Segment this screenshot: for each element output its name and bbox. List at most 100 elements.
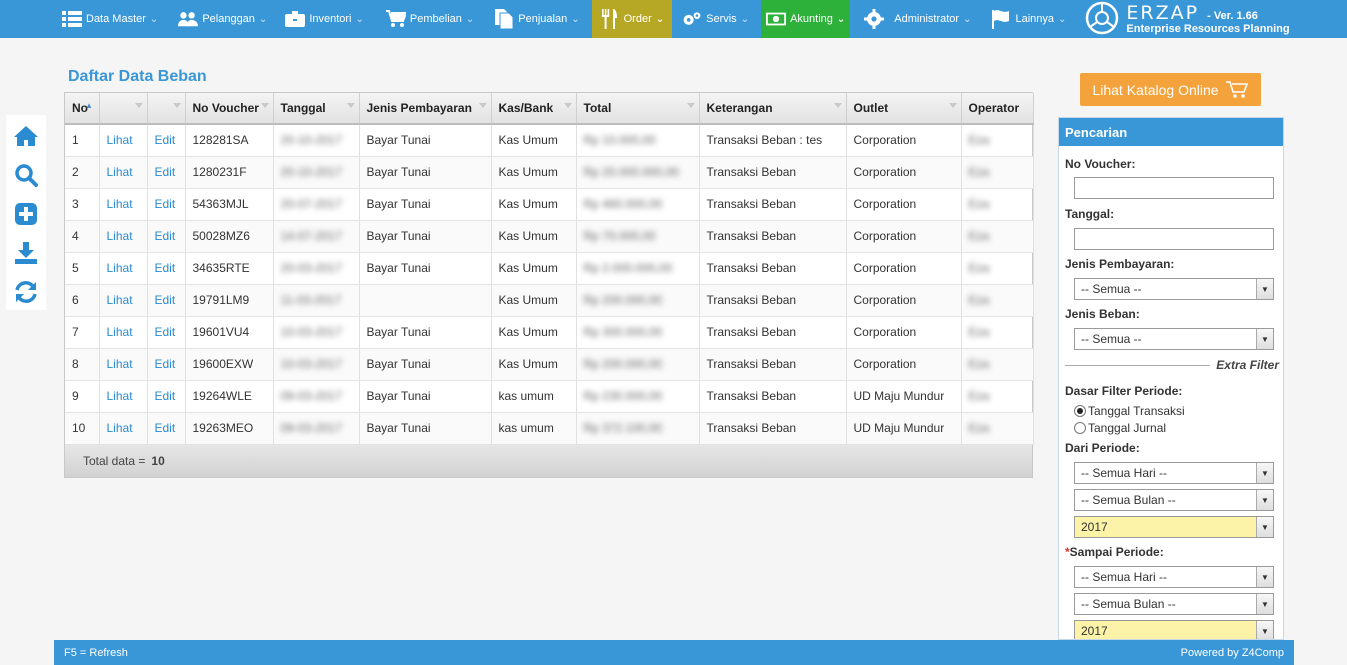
cell-no: 6 [72, 293, 79, 307]
col-header-kas-bank[interactable]: Kas/Bank [491, 93, 577, 125]
table-cell: 19791LM9 [185, 284, 274, 317]
nav-order[interactable]: Order ⌄ [591, 0, 673, 38]
lihat-link[interactable]: Lihat [107, 133, 133, 147]
table-cell: 6 [65, 284, 100, 317]
edit-link[interactable]: Edit [155, 133, 176, 147]
col-header-keterangan[interactable]: Keterangan [699, 93, 847, 125]
edit-link[interactable]: Edit [155, 229, 176, 243]
cell-voucher: 50028MZ6 [192, 229, 250, 243]
table-cell: Transaksi Beban [699, 412, 847, 445]
edit-link[interactable]: Edit [155, 197, 176, 211]
table-cell: kas umum [491, 380, 577, 413]
jenis-pembayaran-select[interactable]: -- Semua -- ▼ [1074, 278, 1274, 300]
sampai-bulan-select[interactable]: -- Semua Bulan -- ▼ [1074, 593, 1274, 615]
jenis-pembayaran-label: Jenis Pembayaran: [1065, 257, 1175, 271]
nav-lainnya[interactable]: Lainnya ⌄ [985, 0, 1072, 38]
table-cell: Rp 300.000,00 [576, 316, 700, 349]
cell-jenis-pembayaran: Bayar Tunai [366, 197, 431, 211]
sampai-tahun-select[interactable]: 2017 ▼ [1074, 620, 1274, 639]
table-cell: Bayar Tunai [359, 252, 492, 285]
table-cell: Rp 2.000.000,00 [576, 252, 700, 285]
lihat-link[interactable]: Lihat [107, 229, 133, 243]
search-button[interactable] [13, 162, 39, 188]
lihat-link[interactable]: Lihat [107, 293, 133, 307]
dari-bulan-select[interactable]: -- Semua Bulan -- ▼ [1074, 489, 1274, 511]
table-cell: Kas Umum [491, 348, 577, 381]
cell-outlet: Corporation [853, 133, 917, 148]
lihat-link[interactable]: Lihat [107, 325, 133, 339]
table-cell: kas umum [491, 412, 577, 445]
voucher-input[interactable] [1074, 177, 1274, 199]
table-cell: Eza [961, 284, 1034, 317]
chevron-down-icon: ⌄ [655, 13, 665, 25]
home-button[interactable] [13, 123, 39, 149]
tanggal-input[interactable] [1074, 228, 1274, 250]
lihat-link[interactable]: Lihat [107, 261, 133, 275]
plus-icon [15, 203, 37, 225]
lihat-link[interactable]: Lihat [107, 197, 133, 211]
radio-tanggal-transaksi[interactable]: Tanggal Transaksi [1074, 404, 1185, 418]
dari-hari-select[interactable]: -- Semua Hari -- ▼ [1074, 462, 1274, 484]
col-header-jenis-pembayaran[interactable]: Jenis Pembayaran [359, 93, 492, 125]
cell-kas-bank: Kas Umum [498, 229, 558, 243]
table-cell: Corporation [846, 156, 962, 189]
table-cell: 54363MJL [185, 188, 274, 221]
edit-link[interactable]: Edit [155, 165, 176, 179]
table-cell: Kas Umum [491, 220, 577, 253]
sampai-hari-select[interactable]: -- Semua Hari -- ▼ [1074, 566, 1274, 588]
col-header-voucher[interactable]: No Voucher [185, 93, 274, 125]
cell-total: Rp 70.000,00 [583, 229, 656, 243]
cell-tanggal: 11-03-2017 [280, 293, 342, 307]
cell-no: 2 [72, 165, 79, 179]
download-button[interactable] [13, 240, 39, 266]
col-header-no[interactable]: No ▲ [65, 93, 100, 125]
edit-link[interactable]: Edit [155, 389, 176, 403]
edit-link[interactable]: Edit [155, 357, 176, 371]
table-cell: Edit [147, 316, 186, 349]
table-cell: 14-07-2017 [273, 220, 360, 253]
lihat-link[interactable]: Lihat [107, 357, 133, 371]
cell-no: 9 [72, 389, 79, 403]
table-cell: Eza [961, 412, 1034, 445]
col-header-total[interactable]: Total [576, 93, 700, 125]
voucher-label: No Voucher: [1065, 157, 1136, 171]
edit-link[interactable]: Edit [155, 293, 176, 307]
edit-link[interactable]: Edit [155, 325, 176, 339]
lihat-link[interactable]: Lihat [107, 421, 133, 435]
nav-penjualan[interactable]: Penjualan ⌄ [488, 0, 585, 38]
col-header-tanggal[interactable]: Tanggal [273, 93, 360, 125]
table-cell: Lihat [99, 124, 148, 157]
jenis-beban-select[interactable]: -- Semua -- ▼ [1074, 328, 1274, 350]
nav-data-master[interactable]: Data Master ⌄ [56, 0, 164, 38]
footer-powered-by: Powered by Z4Comp [1180, 646, 1284, 659]
lihat-link[interactable]: Lihat [107, 389, 133, 403]
lihat-link[interactable]: Lihat [107, 165, 133, 179]
table-cell: Rp 372.100,00 [576, 412, 700, 445]
nav-pelanggan[interactable]: Pelanggan ⌄ [172, 0, 273, 38]
edit-link[interactable]: Edit [155, 261, 176, 275]
erzap-logo-icon [1084, 1, 1120, 38]
lihat-katalog-button[interactable]: Lihat Katalog Online [1080, 73, 1261, 106]
nav-inventori[interactable]: Inventori ⌄ [279, 0, 370, 38]
radio-tanggal-jurnal[interactable]: Tanggal Jurnal [1074, 421, 1166, 435]
cell-voucher: 19263MEO [192, 421, 254, 435]
dari-tahun-select[interactable]: 2017 ▼ [1074, 516, 1274, 538]
radio-label: Tanggal Transaksi [1088, 404, 1185, 418]
refresh-button[interactable] [13, 279, 39, 305]
download-icon [15, 242, 37, 264]
col-header-outlet[interactable]: Outlet [846, 93, 962, 125]
nav-servis[interactable]: Servis ⌄ [676, 0, 755, 38]
sampai-periode-label: *Sampai Periode: [1065, 545, 1164, 559]
table-cell: Transaksi Beban [699, 252, 847, 285]
table-cell: Rp 460.000,00 [576, 188, 700, 221]
col-header-operator[interactable]: Operator [961, 93, 1034, 125]
add-button[interactable] [13, 201, 39, 227]
cell-keterangan: Transaksi Beban [706, 293, 797, 307]
nav-akunting[interactable]: Akunting ⌄ [761, 0, 851, 38]
edit-link[interactable]: Edit [155, 421, 176, 435]
nav-pembelian[interactable]: Pembelian ⌄ [380, 0, 480, 38]
nav-administrator[interactable]: Administrator ⌄ [858, 0, 977, 38]
cell-operator: Eza [968, 261, 990, 275]
table-cell: Rp 70.000,00 [576, 220, 700, 253]
